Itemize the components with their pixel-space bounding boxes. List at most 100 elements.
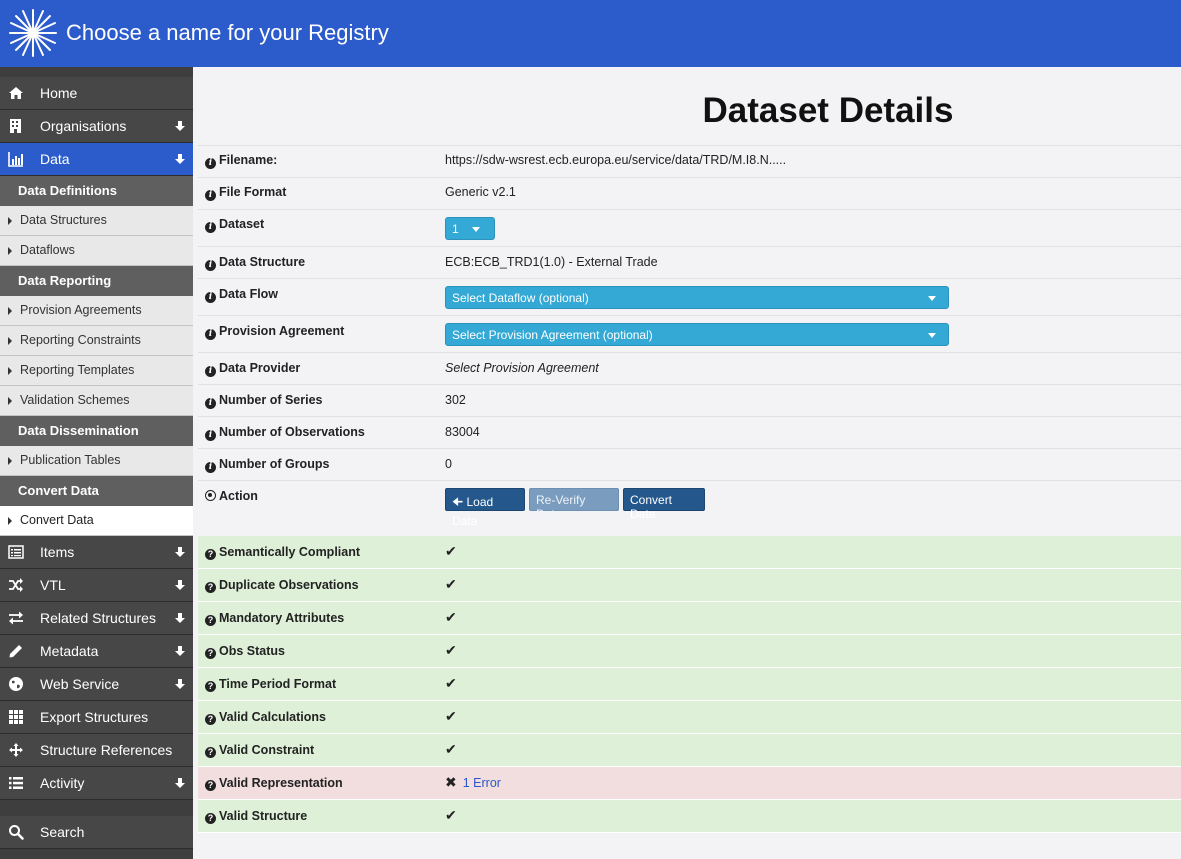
number-of-groups-value: 0 — [445, 457, 452, 471]
check-icon: ✔ — [445, 576, 457, 592]
validation-label: ? Valid Calculations — [205, 710, 326, 725]
validation-row-valid-constraint: ? Valid Constraint ✔ — [198, 734, 1181, 767]
sidebar-item-convert-data[interactable]: Convert Data — [0, 506, 193, 536]
dataflow-select[interactable]: Select Dataflow (optional) — [445, 286, 949, 309]
question-icon: ? — [205, 615, 216, 626]
nav-label: Export Structures — [40, 709, 149, 725]
bar-chart-icon — [8, 152, 23, 167]
home-icon — [9, 87, 23, 99]
nav-organisations[interactable]: Organisations — [0, 110, 193, 143]
provision-agreement-select[interactable]: Select Provision Agreement (optional) — [445, 323, 949, 346]
validation-label: ? Valid Constraint — [205, 743, 314, 758]
validation-label: ? Obs Status — [205, 644, 285, 659]
sidebar-item-reporting-constraints[interactable]: Reporting Constraints — [0, 326, 193, 356]
arrow-left-icon: 🠈 — [452, 495, 464, 509]
nav-web-service[interactable]: Web Service — [0, 668, 193, 701]
data-structure-label: i Data Structure — [205, 255, 305, 271]
row-number-of-groups: i Number of Groups 0 — [198, 448, 1181, 480]
nav-structure-references[interactable]: Structure References — [0, 734, 193, 767]
caret-down-icon — [472, 227, 480, 232]
app-header: Choose a name for your Registry — [0, 0, 1181, 67]
info-icon: i — [205, 430, 216, 441]
sidebar-item-publication-tables[interactable]: Publication Tables — [0, 446, 193, 476]
caret-right-icon — [8, 367, 12, 375]
sidebar-item-reporting-templates[interactable]: Reporting Templates — [0, 356, 193, 386]
number-of-series-value: 302 — [445, 393, 466, 407]
nav-items[interactable]: Items — [0, 536, 193, 569]
pencil-icon — [9, 645, 22, 658]
move-icon — [9, 743, 23, 757]
nav-related-structures[interactable]: Related Structures — [0, 602, 193, 635]
sidebar-item-provision-agreements[interactable]: Provision Agreements — [0, 296, 193, 326]
arrow-down-icon — [175, 679, 185, 689]
validation-label: ? Valid Representation — [205, 776, 343, 791]
reverify-data-button[interactable]: Re-Verify Data — [529, 488, 619, 521]
grid-icon — [9, 710, 23, 724]
check-icon: ✔ — [445, 708, 457, 724]
caret-right-icon — [8, 337, 12, 345]
nav-label: Search — [40, 824, 85, 840]
convert-data-button[interactable]: Convert Data — [623, 488, 705, 521]
file-format-label: i File Format — [205, 185, 286, 201]
row-provision-agreement: i Provision Agreement Select Provision Ag… — [198, 315, 1181, 352]
info-icon: i — [205, 190, 216, 201]
sidebar-item-dataflows[interactable]: Dataflows — [0, 236, 193, 266]
number-of-series-label: i Number of Series — [205, 393, 323, 409]
caret-right-icon — [8, 457, 12, 465]
section-convert-data: Convert Data — [0, 476, 193, 506]
validation-label: ? Semantically Compliant — [205, 545, 360, 560]
row-data-provider: i Data Provider Select Provision Agreemen… — [198, 352, 1181, 384]
page-title: Dataset Details — [702, 91, 954, 130]
number-of-groups-label: i Number of Groups — [205, 457, 329, 473]
nav-label: Structure References — [40, 742, 173, 758]
nav-metadata[interactable]: Metadata — [0, 635, 193, 668]
cross-icon: ✖ — [445, 774, 457, 790]
info-icon: i — [205, 398, 216, 409]
validation-row-time-period-format: ? Time Period Format ✔ — [198, 668, 1181, 701]
validation-label: ? Valid Structure — [205, 809, 307, 824]
shuffle-icon — [9, 578, 23, 592]
check-icon: ✔ — [445, 609, 457, 625]
question-icon: ? — [205, 681, 216, 692]
error-link[interactable]: 1 Error — [463, 776, 501, 790]
arrow-down-icon — [175, 547, 185, 557]
question-icon: ? — [205, 780, 216, 791]
nav-label: Web Service — [40, 676, 120, 692]
transfer-icon — [9, 611, 23, 625]
caret-down-icon — [928, 296, 936, 301]
sidebar-item-validation-schemes[interactable]: Validation Schemes — [0, 386, 193, 416]
number-of-observations-value: 83004 — [445, 425, 480, 439]
validation-results: ? Semantically Compliant ✔ ? Duplicate Obs… — [198, 536, 1181, 833]
registry-logo-icon[interactable] — [8, 8, 58, 58]
sidebar-item-data-structures[interactable]: Data Structures — [0, 206, 193, 236]
validation-row-valid-representation: ? Valid Representation ✖ 1 Error — [198, 767, 1181, 800]
nav-home[interactable]: Home — [0, 77, 193, 110]
question-icon: ? — [205, 747, 216, 758]
target-icon — [205, 490, 216, 501]
nav-label: Related Structures — [40, 610, 156, 626]
sub-label: Reporting Constraints — [20, 333, 141, 347]
arrow-down-icon — [175, 778, 185, 788]
list-icon — [9, 777, 23, 789]
row-data-structure: i Data Structure ECB:ECB_TRD1(1.0) - Exte… — [198, 246, 1181, 278]
section-data-dissemination: Data Dissemination — [0, 416, 193, 446]
info-icon: i — [205, 292, 216, 303]
dataset-select[interactable]: 1 — [445, 217, 495, 240]
validation-row-valid-calculations: ? Valid Calculations ✔ — [198, 701, 1181, 734]
validation-row-valid-structure: ? Valid Structure ✔ — [198, 800, 1181, 833]
load-data-button[interactable]: 🠈 Load Data — [445, 488, 525, 528]
file-format-value: Generic v2.1 — [445, 185, 516, 199]
row-action: Action 🠈 Load Data Re-Verify Data Conver… — [198, 480, 1181, 536]
nav-data[interactable]: Data — [0, 143, 193, 176]
row-file-format: i File Format Generic v2.1 — [198, 177, 1181, 209]
nav-vtl[interactable]: VTL — [0, 569, 193, 602]
nav-search[interactable]: Search — [0, 816, 193, 849]
arrow-down-icon — [175, 613, 185, 623]
nav-export-structures[interactable]: Export Structures — [0, 701, 193, 734]
sub-label: Dataflows — [20, 243, 75, 257]
provision-agreement-select-value: Select Provision Agreement (optional) — [452, 328, 653, 342]
nav-activity[interactable]: Activity — [0, 767, 193, 800]
app-title: Choose a name for your Registry — [66, 20, 389, 45]
building-icon — [10, 119, 21, 133]
action-label: Action — [205, 489, 258, 503]
